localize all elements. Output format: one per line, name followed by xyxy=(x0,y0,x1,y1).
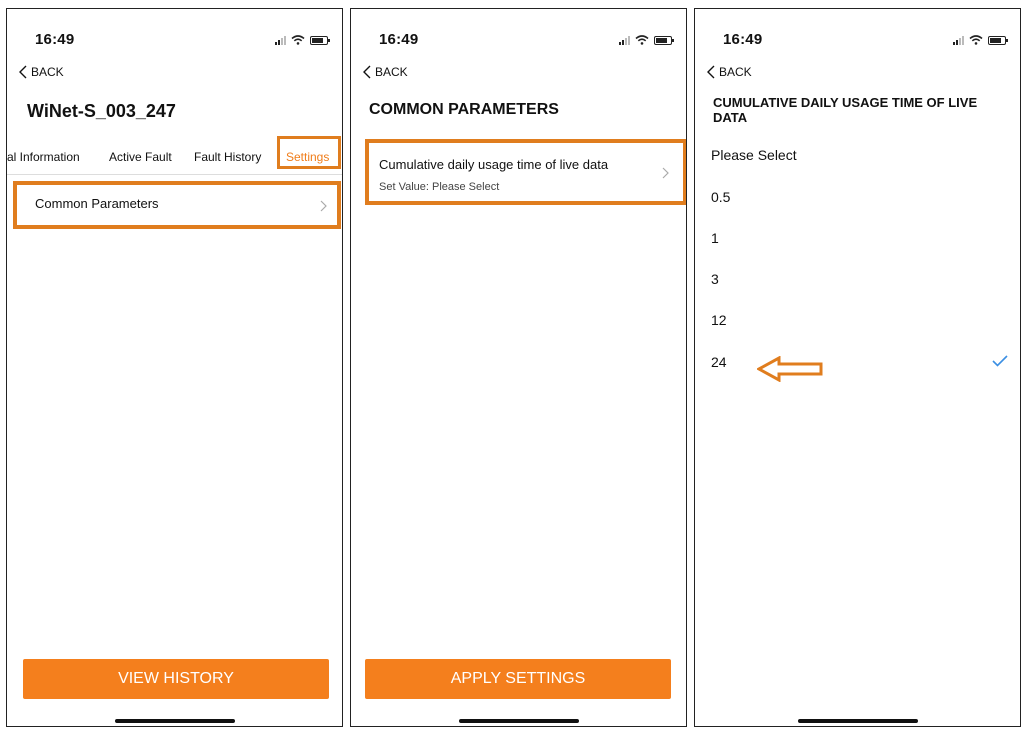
device-title: WiNet-S_003_247 xyxy=(27,101,176,121)
row-label: Cumulative daily usage time of live data xyxy=(379,157,609,172)
option-3[interactable]: 3 xyxy=(711,271,719,287)
wifi-icon xyxy=(635,35,649,45)
home-indicator xyxy=(115,719,235,723)
status-icons xyxy=(275,33,330,45)
view-history-button[interactable]: VIEW HISTORY xyxy=(23,659,329,699)
back-label: BACK xyxy=(719,65,752,79)
back-button[interactable]: BACK xyxy=(363,65,408,79)
back-button[interactable]: BACK xyxy=(19,65,64,79)
phone-screen-option-select: 16:49 BACK CUMULATIVE DAILY USAGE TIME O… xyxy=(694,8,1021,727)
common-parameters-row[interactable]: Common Parameters xyxy=(13,181,341,229)
status-time: 16:49 xyxy=(723,31,763,48)
row-set-value: Set Value: Please Select xyxy=(379,181,500,193)
option-24[interactable]: 24 xyxy=(711,354,727,370)
tab-fault-history[interactable]: Fault History xyxy=(194,147,261,167)
tab-general-information[interactable]: ral Information xyxy=(7,147,80,167)
chevron-right-icon xyxy=(662,167,669,179)
signal-icon xyxy=(953,36,964,45)
option-please-select[interactable]: Please Select xyxy=(711,147,797,163)
page-title: COMMON PARAMETERS xyxy=(369,101,559,118)
signal-icon xyxy=(275,36,286,45)
chevron-right-icon xyxy=(320,200,327,212)
option-12[interactable]: 12 xyxy=(711,312,727,328)
option-0-5[interactable]: 0.5 xyxy=(711,189,730,205)
back-button[interactable]: BACK xyxy=(707,65,752,79)
left-arrow-icon xyxy=(757,356,823,382)
cumulative-usage-row[interactable]: Cumulative daily usage time of live data… xyxy=(365,139,686,205)
status-icons xyxy=(619,33,674,45)
status-icons xyxy=(953,33,1008,45)
wifi-icon xyxy=(291,35,305,45)
chevron-left-icon xyxy=(707,65,715,79)
page-title: CUMULATIVE DAILY USAGE TIME OF LIVE DATA xyxy=(713,95,978,125)
row-label: Common Parameters xyxy=(35,196,159,211)
home-indicator xyxy=(798,719,918,723)
signal-icon xyxy=(619,36,630,45)
phone-screen-common-parameters: 16:49 BACK COMMON PARAMETERS Cumulative … xyxy=(350,8,687,727)
status-time: 16:49 xyxy=(379,31,419,48)
apply-settings-button[interactable]: APPLY SETTINGS xyxy=(365,659,671,699)
phone-screen-device-info: 16:49 BACK WiNet-S_003_247 ral Informati… xyxy=(6,8,343,727)
home-indicator xyxy=(459,719,579,723)
chevron-left-icon xyxy=(363,65,371,79)
chevron-left-icon xyxy=(19,65,27,79)
wifi-icon xyxy=(969,35,983,45)
checkmark-icon xyxy=(992,355,1008,367)
battery-icon xyxy=(988,36,1008,45)
back-label: BACK xyxy=(31,65,64,79)
status-time: 16:49 xyxy=(35,31,75,48)
battery-icon xyxy=(654,36,674,45)
option-1[interactable]: 1 xyxy=(711,230,719,246)
tab-active-fault[interactable]: Active Fault xyxy=(109,147,172,167)
settings-tab-highlight xyxy=(277,136,341,169)
back-label: BACK xyxy=(375,65,408,79)
battery-icon xyxy=(310,36,330,45)
